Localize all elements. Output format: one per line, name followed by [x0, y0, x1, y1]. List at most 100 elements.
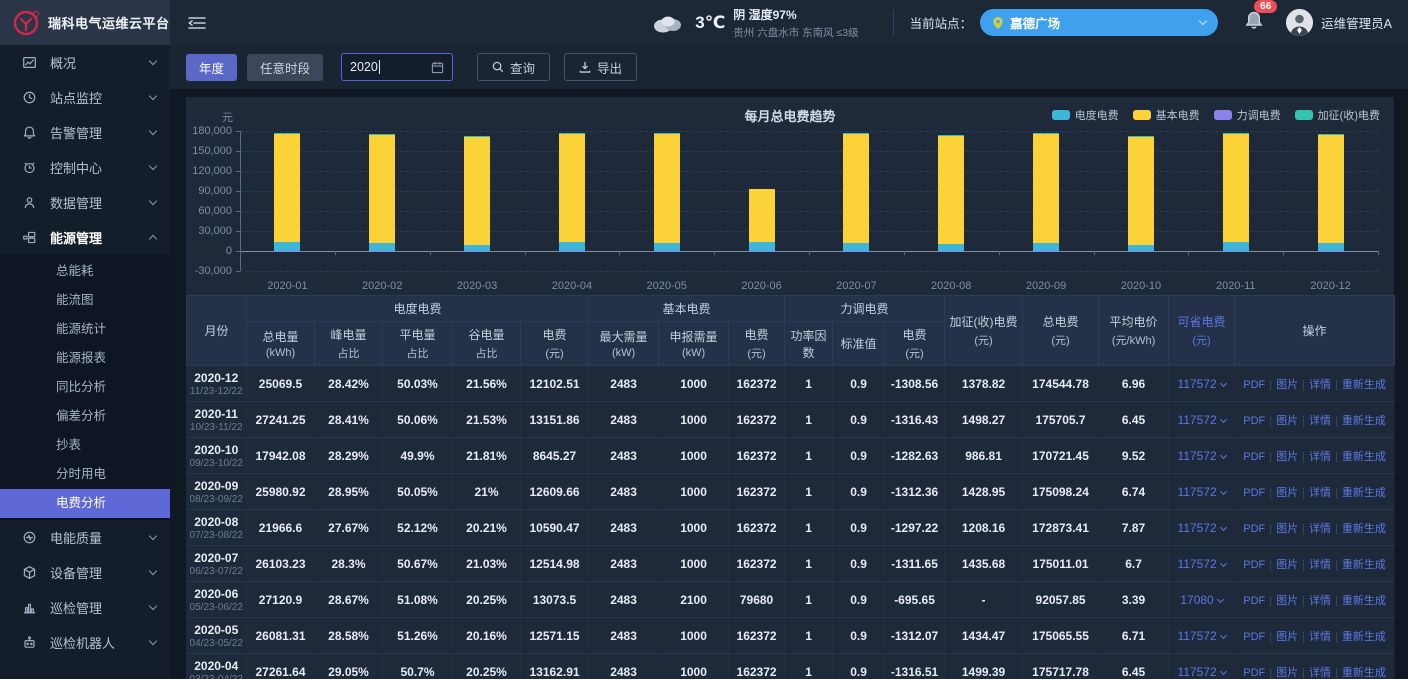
detail-link[interactable]: 详情	[1309, 523, 1331, 535]
legend-item[interactable]: 电度电费	[1052, 107, 1119, 123]
image-link[interactable]: 图片	[1276, 559, 1298, 571]
savings-link[interactable]: 117572	[1177, 557, 1225, 571]
x-tick	[999, 251, 1000, 255]
regenerate-link[interactable]: 重新生成	[1342, 667, 1386, 679]
station-select[interactable]: 嘉德广场	[980, 9, 1218, 36]
sidebar-item-control-center[interactable]: 控制中心	[0, 150, 170, 185]
regenerate-link[interactable]: 重新生成	[1342, 487, 1386, 499]
sidebar-item-station-monitor[interactable]: 站点监控	[0, 80, 170, 115]
table-cell: 3.39	[1099, 582, 1169, 618]
user-menu[interactable]: 运维管理员A	[1286, 9, 1392, 36]
regenerate-link[interactable]: 重新生成	[1342, 595, 1386, 607]
regenerate-link[interactable]: 重新生成	[1342, 523, 1386, 535]
detail-link[interactable]: 详情	[1309, 487, 1331, 499]
query-button[interactable]: 查询	[477, 53, 550, 81]
submenu-item[interactable]: 能流图	[0, 286, 170, 315]
submenu-item[interactable]: 偏差分析	[0, 402, 170, 431]
savings-link[interactable]: 117572	[1177, 629, 1225, 643]
detail-link[interactable]: 详情	[1309, 595, 1331, 607]
regenerate-link[interactable]: 重新生成	[1342, 631, 1386, 643]
image-link[interactable]: 图片	[1276, 631, 1298, 643]
download-icon	[579, 61, 591, 73]
station-monitor-icon	[22, 90, 38, 105]
sidebar-item-alarm-management[interactable]: 告警管理	[0, 115, 170, 150]
y-axis-label: 30,000	[186, 225, 232, 237]
submenu-item[interactable]: 分时用电	[0, 460, 170, 489]
table-cell: 6.96	[1099, 366, 1169, 402]
pdf-link[interactable]: PDF	[1243, 415, 1265, 427]
submenu-item[interactable]: 能源报表	[0, 344, 170, 373]
pdf-link[interactable]: PDF	[1243, 523, 1265, 535]
export-button[interactable]: 导出	[564, 53, 637, 81]
regenerate-link[interactable]: 重新生成	[1342, 559, 1386, 571]
sidebar-item-inspection-management[interactable]: 巡检管理	[0, 590, 170, 625]
column-header-month: 月份	[187, 296, 247, 366]
notifications-button[interactable]: 66	[1244, 9, 1264, 36]
range-tab-button[interactable]: 任意时段	[247, 54, 323, 81]
bar-segment	[938, 136, 964, 244]
pdf-link[interactable]: PDF	[1243, 487, 1265, 499]
regenerate-link[interactable]: 重新生成	[1342, 451, 1386, 463]
sidebar-item-inspection-robot[interactable]: 巡检机器人	[0, 625, 170, 660]
sidebar-collapse-icon[interactable]	[188, 16, 206, 30]
detail-link[interactable]: 详情	[1309, 379, 1331, 391]
image-link[interactable]: 图片	[1276, 595, 1298, 607]
column-header: 总电费(元)	[1023, 296, 1099, 366]
chevron-down-icon	[1220, 415, 1227, 422]
table-cell: -1312.07	[885, 618, 945, 654]
legend-item[interactable]: 力调电费	[1214, 107, 1281, 123]
image-link[interactable]: 图片	[1276, 487, 1298, 499]
sidebar-item-energy-management[interactable]: 能源管理	[0, 220, 170, 255]
image-link[interactable]: 图片	[1276, 523, 1298, 535]
savings-link[interactable]: 117572	[1177, 485, 1225, 499]
detail-link[interactable]: 详情	[1309, 559, 1331, 571]
image-link[interactable]: 图片	[1276, 379, 1298, 391]
savings-link[interactable]: 117572	[1177, 665, 1225, 679]
savings-link[interactable]: 117572	[1177, 377, 1225, 391]
submenu-item[interactable]: 能源统计	[0, 315, 170, 344]
detail-link[interactable]: 详情	[1309, 667, 1331, 679]
pdf-link[interactable]: PDF	[1243, 631, 1265, 643]
savings-link[interactable]: 117572	[1177, 449, 1225, 463]
detail-link[interactable]: 详情	[1309, 415, 1331, 427]
savings-link[interactable]: 17080	[1180, 593, 1222, 607]
detail-link[interactable]: 详情	[1309, 451, 1331, 463]
year-input[interactable]: 2020	[341, 53, 453, 81]
regenerate-link[interactable]: 重新生成	[1342, 415, 1386, 427]
savings-link[interactable]: 117572	[1177, 413, 1225, 427]
sidebar-item-overview[interactable]: 概况	[0, 45, 170, 80]
submenu-item[interactable]: 同比分析	[0, 373, 170, 402]
bar-segment	[938, 135, 964, 136]
image-link[interactable]: 图片	[1276, 415, 1298, 427]
savings-link[interactable]: 117572	[1177, 521, 1225, 535]
sidebar-item-power-quality[interactable]: 电能质量	[0, 520, 170, 555]
legend-item[interactable]: 加征(收)电费	[1295, 107, 1380, 123]
table-cell: 27.67%	[315, 510, 383, 546]
cloud-icon	[649, 12, 687, 34]
avatar	[1286, 9, 1313, 36]
pdf-link[interactable]: PDF	[1243, 559, 1265, 571]
year-tab-button[interactable]: 年度	[186, 54, 237, 81]
detail-link[interactable]: 详情	[1309, 631, 1331, 643]
pdf-link[interactable]: PDF	[1243, 667, 1265, 679]
pdf-link[interactable]: PDF	[1243, 379, 1265, 391]
table-cell: 50.05%	[383, 474, 453, 510]
legend-item[interactable]: 基本电费	[1133, 107, 1200, 123]
table-cell: 175098.24	[1023, 474, 1099, 510]
submenu-item[interactable]: 抄表	[0, 431, 170, 460]
sidebar-item-device-management[interactable]: 设备管理	[0, 555, 170, 590]
submenu-item[interactable]: 电费分析	[0, 489, 170, 518]
submenu-item[interactable]: 总能耗	[0, 257, 170, 286]
image-link[interactable]: 图片	[1276, 667, 1298, 679]
pdf-link[interactable]: PDF	[1243, 595, 1265, 607]
table-row: 2020-0504/23-05/2226081.3128.58%51.26%20…	[187, 618, 1395, 654]
table-cell: 1428.95	[945, 474, 1023, 510]
pdf-link[interactable]: PDF	[1243, 451, 1265, 463]
regenerate-link[interactable]: 重新生成	[1342, 379, 1386, 391]
table-cell: 1000	[659, 438, 729, 474]
image-link[interactable]: 图片	[1276, 451, 1298, 463]
sidebar-item-data-management[interactable]: 数据管理	[0, 185, 170, 220]
x-axis-label: 2020-08	[904, 280, 999, 292]
table-cell: 28.67%	[315, 582, 383, 618]
table-cell: 12609.66	[521, 474, 589, 510]
